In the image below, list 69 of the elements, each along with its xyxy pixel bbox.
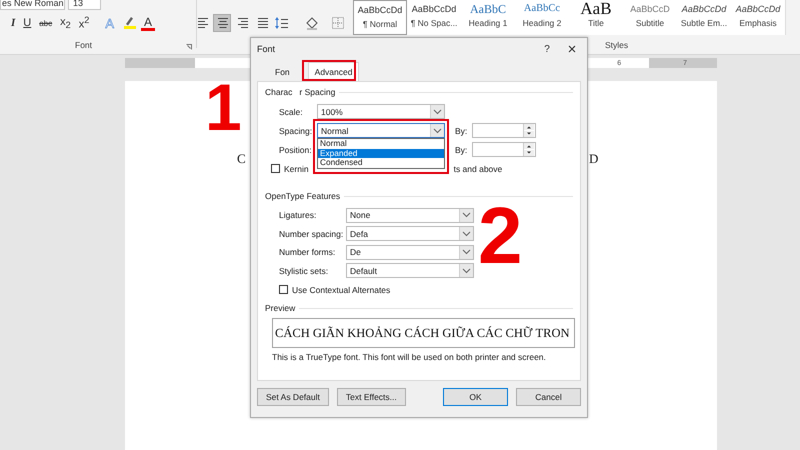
underline-button[interactable]: U bbox=[20, 16, 34, 30]
style-gallery-item[interactable]: AaBbCcDd Subtle Em... bbox=[677, 0, 731, 35]
field-label: Number forms: bbox=[279, 247, 336, 258]
spin-arrows-icon[interactable] bbox=[523, 124, 535, 137]
spacing-dropdown[interactable]: Normal bbox=[317, 123, 445, 138]
step-number: 1 bbox=[205, 74, 242, 140]
dropdown-option[interactable]: Expanded bbox=[318, 148, 444, 158]
field-label: Ligatures: bbox=[279, 210, 316, 220]
group-title: Charac bbox=[265, 87, 292, 97]
document-text: C bbox=[237, 151, 246, 167]
field-label: Spacing: bbox=[279, 126, 312, 136]
style-gallery-item[interactable]: AaB Title bbox=[569, 0, 623, 35]
preview-box: CÁCH GIÃN KHOẢNG CÁCH GIỮA CÁC CHỮ TRON bbox=[272, 318, 575, 348]
script-button[interactable]: x$^{2}$ bbox=[76, 14, 92, 32]
close-button[interactable]: × bbox=[559, 40, 585, 58]
field-label: By: bbox=[455, 126, 468, 136]
style-gallery-item[interactable]: AaBbC Heading 1 bbox=[461, 0, 515, 35]
ruler-margin bbox=[649, 58, 717, 68]
font-name-field[interactable]: es New Roman bbox=[0, 0, 65, 10]
preview-note: This is a TrueType font. This font will be used on both printer and screen. bbox=[272, 352, 547, 362]
style-gallery-item[interactable]: AaBbCcDd ¶ Normal bbox=[353, 0, 407, 35]
font-color-button[interactable]: A bbox=[141, 16, 156, 30]
dropdown-option[interactable]: Condensed bbox=[318, 158, 444, 168]
dialog-button[interactable]: Set As Default bbox=[257, 388, 329, 406]
ruler-margin bbox=[125, 58, 195, 68]
checkbox-label: Kernin bbox=[284, 164, 309, 174]
dialog-button[interactable]: Text Effects... bbox=[336, 388, 406, 406]
style-gallery-item[interactable]: AaBbCcD Subtitle bbox=[623, 0, 677, 35]
step-number: 2 bbox=[478, 196, 522, 276]
group-title: Preview bbox=[265, 303, 296, 313]
document-text: D bbox=[589, 151, 598, 167]
field-label: Position: bbox=[279, 144, 312, 154]
group-label: Styles bbox=[605, 40, 628, 50]
spin-arrows-icon[interactable] bbox=[523, 143, 535, 156]
style-gallery-item[interactable]: AaBbCcDd ¶ No Spac... bbox=[407, 0, 461, 35]
spin-field[interactable] bbox=[472, 142, 536, 157]
scale-dropdown[interactable]: 100% bbox=[317, 104, 445, 119]
feature-dropdown[interactable]: None bbox=[346, 208, 474, 223]
dialog-title: Font bbox=[257, 44, 276, 54]
feature-dropdown[interactable]: De bbox=[346, 244, 474, 260]
checkbox[interactable] bbox=[279, 285, 288, 294]
spin-field[interactable] bbox=[472, 123, 536, 138]
style-gallery-item[interactable]: AaBbCcDd Emphasis bbox=[731, 0, 785, 35]
group-label: Font bbox=[75, 40, 92, 50]
feature-dropdown[interactable]: Defa bbox=[346, 226, 474, 242]
cancel-button[interactable]: Cancel bbox=[516, 388, 581, 406]
group-title: OpenType Features bbox=[265, 191, 340, 201]
checkbox-label: Use Contextual Alternates bbox=[292, 284, 390, 294]
strikethrough-button[interactable]: abc bbox=[36, 18, 56, 28]
ok-button[interactable]: OK bbox=[443, 388, 508, 406]
group-title: r Spacing bbox=[299, 87, 336, 97]
dropdown-option[interactable]: Normal bbox=[318, 139, 444, 149]
italic-button[interactable]: I bbox=[8, 16, 18, 30]
dialog-tab[interactable]: Fon bbox=[269, 63, 296, 81]
highlighter-icon[interactable] bbox=[123, 15, 137, 31]
field-label: ts and above bbox=[454, 164, 502, 174]
field-label: By: bbox=[455, 144, 468, 154]
checkbox[interactable] bbox=[271, 164, 280, 173]
font-size-field[interactable]: 13 bbox=[68, 0, 101, 10]
field-label: Stylistic sets: bbox=[279, 266, 328, 276]
field-label: Number spacing: bbox=[279, 228, 344, 239]
style-gallery-item[interactable]: AaBbCc Heading 2 bbox=[515, 0, 569, 35]
dialog-launcher-icon[interactable] bbox=[186, 42, 192, 52]
highlight-frame bbox=[302, 60, 356, 81]
script-button[interactable]: x$_{2}$ bbox=[57, 14, 74, 32]
help-button[interactable]: ? bbox=[535, 42, 559, 56]
field-label: Scale: bbox=[279, 106, 303, 116]
feature-dropdown[interactable]: Default bbox=[346, 263, 474, 278]
align-center-button[interactable] bbox=[213, 14, 232, 32]
